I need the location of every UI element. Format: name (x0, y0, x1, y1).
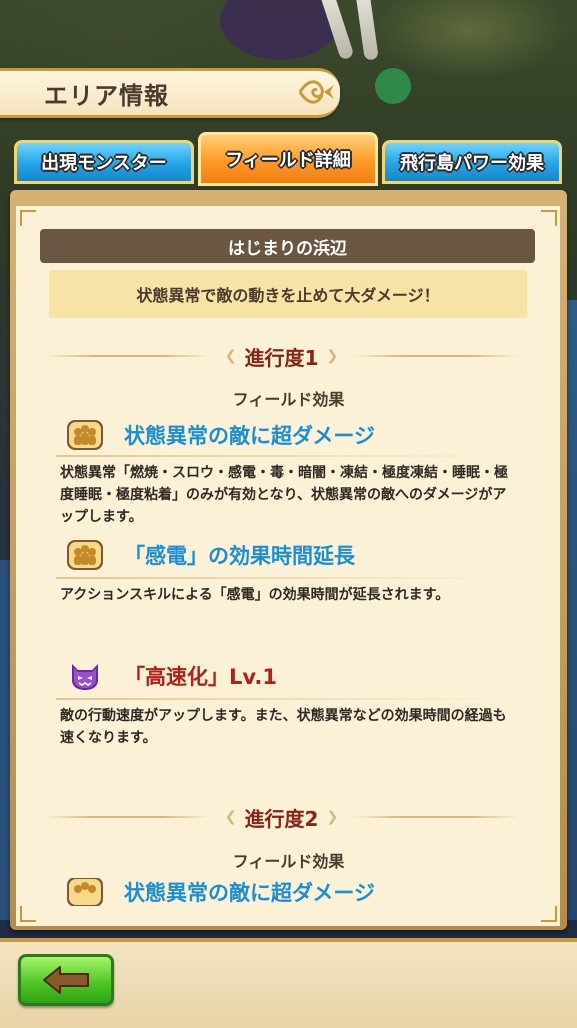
effect-title: 「感電」の効果時間延長 (66, 537, 355, 573)
header-banner: エリア情報 (0, 68, 340, 118)
party-icon (67, 540, 103, 570)
stage-label: 進行度1 (244, 345, 319, 370)
divider (56, 455, 504, 457)
panel-corner-ornament (20, 210, 36, 226)
divider (44, 816, 211, 818)
party-icon (67, 420, 103, 450)
area-name: はじまりの浜辺 (228, 238, 347, 259)
effect-name: 状態異常の敵に超ダメージ (124, 881, 375, 905)
stage-label: 進行度2 (244, 806, 319, 831)
back-button[interactable] (18, 954, 114, 1006)
demon-icon (72, 664, 98, 690)
effect-description: アクションスキルによる「感電」の効果時間が延長されます。 (60, 587, 450, 603)
chevron-left-icon: ❮ (224, 348, 237, 364)
back-arrow-icon (43, 966, 89, 994)
tab-label: フィールド詳細 (225, 150, 351, 171)
effect-title: 状態異常の敵に超ダメージ (66, 417, 375, 453)
divider (44, 355, 211, 357)
effect-title: 状態異常の敵に超ダメージ (66, 878, 375, 906)
tab-island-power[interactable]: 飛行島パワー効果 (382, 140, 562, 184)
divider (352, 355, 520, 357)
page-title: エリア情報 (44, 82, 169, 110)
area-description: 状態異常で敵の動きを止めて大ダメージ！ (136, 286, 440, 305)
tab-field-details[interactable]: フィールド詳細 (198, 132, 378, 186)
effect-description: 状態異常「燃焼・スロウ・感電・毒・暗闇・凍結・極度凍結・睡眠・極度睡眠・極度粘着… (60, 465, 508, 525)
effect-title: 「高速化」Lv.1 (66, 658, 277, 694)
background-tree (375, 68, 411, 104)
effect-name: 「高速化」Lv.1 (124, 665, 277, 689)
effect-name: 「感電」の効果時間延長 (124, 544, 355, 568)
field-effect-label: フィールド効果 (232, 852, 345, 871)
background-horn (355, 0, 379, 61)
chevron-right-icon: ❯ (326, 348, 339, 364)
ornament-icon (298, 80, 334, 104)
panel-corner-ornament (541, 906, 557, 922)
area-name-bar: はじまりの浜辺 (40, 229, 535, 263)
divider (56, 577, 504, 579)
background-rock (220, 0, 340, 60)
divider (352, 816, 520, 818)
tab-label: 飛行島パワー効果 (400, 153, 544, 174)
field-effect-label: フィールド効果 (232, 390, 345, 409)
chevron-right-icon: ❯ (326, 809, 339, 825)
tab-label: 出現モンスター (41, 153, 167, 174)
tab-monsters[interactable]: 出現モンスター (14, 140, 194, 184)
stage-header: ❮ 進行度1 ❯ (44, 344, 520, 370)
effect-name: 状態異常の敵に超ダメージ (124, 424, 375, 448)
panel-corner-ornament (20, 906, 36, 922)
stage-header: ❮ 進行度2 ❯ (44, 805, 520, 831)
panel-corner-ornament (541, 210, 557, 226)
party-icon (67, 878, 103, 906)
divider (56, 698, 504, 700)
chevron-left-icon: ❮ (224, 809, 237, 825)
area-description-box: 状態異常で敵の動きを止めて大ダメージ！ (49, 270, 527, 318)
effect-description: 敵の行動速度がアップします。また、状態異常などの効果時間の経過も速くなります。 (60, 708, 507, 746)
